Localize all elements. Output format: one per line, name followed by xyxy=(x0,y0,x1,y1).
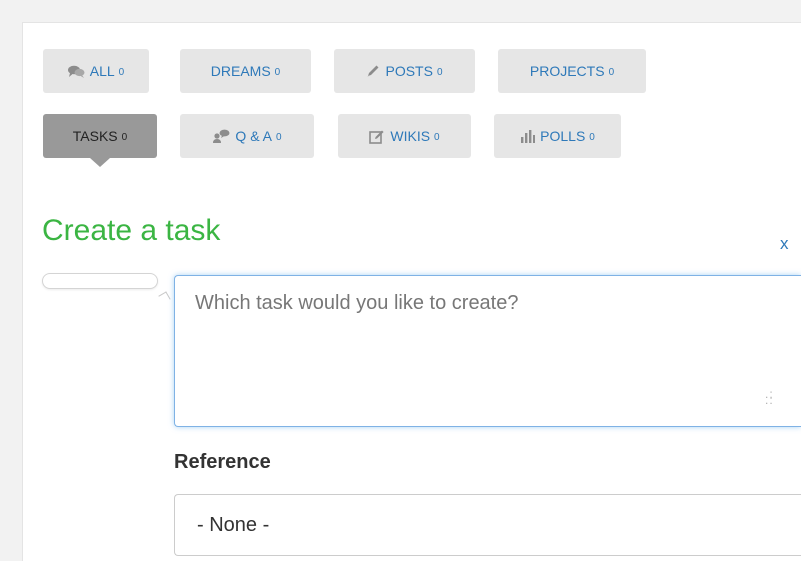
tab-all-label: ALL xyxy=(89,63,115,79)
reference-select[interactable]: - None - xyxy=(174,494,801,556)
tab-polls-label: POLLS xyxy=(540,128,586,144)
tab-wikis[interactable]: WIKIS 0 xyxy=(338,114,471,158)
tab-projects-count: 0 xyxy=(608,66,615,78)
reference-label: Reference xyxy=(174,451,271,473)
tab-tasks[interactable]: TASKS 0 xyxy=(43,114,157,167)
tab-qa-label: Q & A xyxy=(235,128,272,144)
tab-tasks-label: TASKS xyxy=(72,128,118,144)
edit-icon xyxy=(369,129,385,144)
close-button[interactable]: x xyxy=(780,234,789,254)
resize-grip-icon[interactable]: .:.: xyxy=(765,388,774,406)
tab-posts-count: 0 xyxy=(436,66,443,78)
tab-projects[interactable]: PROJECTS 0 xyxy=(498,49,646,93)
tab-qa[interactable]: Q & A 0 xyxy=(180,114,314,158)
tab-dreams-count: 0 xyxy=(274,66,281,78)
tab-tasks-count: 0 xyxy=(121,131,128,143)
tab-all-count: 0 xyxy=(118,66,125,78)
tab-all[interactable]: ALL 0 xyxy=(43,49,149,93)
comments-icon xyxy=(67,65,85,78)
form-title: Create a task xyxy=(42,214,221,247)
pencil-icon xyxy=(366,64,380,78)
tab-posts-label: POSTS xyxy=(385,63,433,79)
tab-polls-count: 0 xyxy=(589,131,595,143)
tab-posts[interactable]: POSTS 0 xyxy=(334,49,475,93)
tab-qa-count: 0 xyxy=(276,131,282,143)
avatar xyxy=(42,273,158,289)
tab-dreams-label: DREAMS xyxy=(210,63,271,79)
reference-select-value: - None - xyxy=(197,513,270,536)
user-chat-icon xyxy=(212,129,230,143)
tab-wikis-count: 0 xyxy=(434,131,440,143)
tab-dreams[interactable]: DREAMS 0 xyxy=(180,49,311,93)
tab-polls[interactable]: POLLS 0 xyxy=(494,114,621,158)
tab-wikis-label: WIKIS xyxy=(390,128,431,144)
task-input[interactable] xyxy=(174,275,801,427)
bar-chart-icon xyxy=(520,129,536,143)
tab-projects-label: PROJECTS xyxy=(529,63,605,79)
